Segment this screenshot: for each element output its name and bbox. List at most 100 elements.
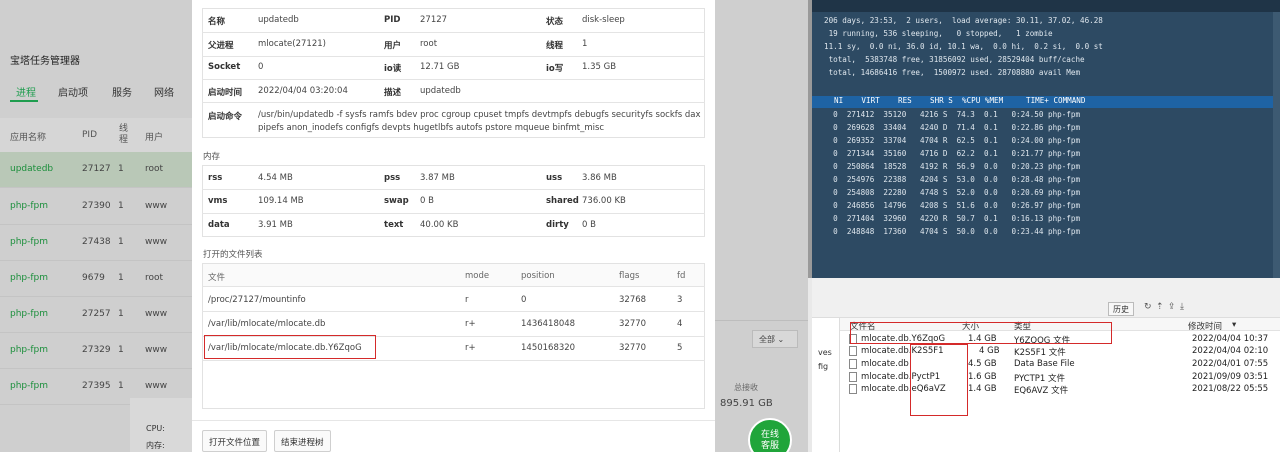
file-modified: 2022/04/04 02:10 bbox=[1192, 346, 1269, 356]
file-fd: 5 bbox=[677, 343, 683, 353]
terminal-line: 206 days, 23:53, 2 users, load average: … bbox=[824, 16, 1103, 25]
total-received-value: 895.91 GB bbox=[720, 398, 773, 409]
rss-label: rss bbox=[208, 173, 223, 183]
pss-value: 3.87 MB bbox=[420, 173, 455, 183]
file-type: PYCTP1 文件 bbox=[1014, 374, 1066, 384]
open-file-location-button[interactable]: 打开文件位置 bbox=[202, 430, 268, 452]
chevron-down-icon: ⌄ bbox=[777, 335, 785, 344]
file-name: mlocate.db bbox=[861, 359, 909, 369]
process-threads: 1 bbox=[118, 273, 124, 283]
process-line: 0 250864 18528 4192 R 56.9 0.0 0:20.23 p… bbox=[824, 162, 1081, 171]
tab-startup[interactable]: 启动项 bbox=[58, 84, 88, 99]
refresh-icon[interactable]: ↻ bbox=[1144, 302, 1152, 312]
upload-icon[interactable]: ⇪ bbox=[1168, 302, 1176, 312]
pss-label: pss bbox=[384, 173, 401, 183]
end-process-tree-button[interactable]: 结束进程树 bbox=[274, 430, 331, 452]
col-pid[interactable]: PID bbox=[82, 130, 97, 140]
shared-label: shared bbox=[546, 196, 579, 206]
socket-value: 0 bbox=[258, 62, 264, 72]
process-threads: 1 bbox=[118, 309, 124, 319]
tab-services[interactable]: 服务 bbox=[112, 84, 132, 99]
file-modified: 2022/04/01 07:55 bbox=[1192, 359, 1269, 369]
file-path: /proc/27127/mountinfo bbox=[208, 295, 306, 305]
name-value: updatedb bbox=[258, 15, 299, 25]
rss-value: 4.54 MB bbox=[258, 173, 293, 183]
file-type: K2S5F1 文件 bbox=[1014, 348, 1066, 358]
col-mode: mode bbox=[465, 271, 490, 281]
process-threads: 1 bbox=[118, 381, 124, 391]
file-mode: r+ bbox=[465, 343, 476, 353]
history-button[interactable]: 历史 bbox=[1108, 302, 1134, 316]
process-threads: 1 bbox=[118, 345, 124, 355]
tab-processes[interactable]: 进程 bbox=[16, 84, 36, 99]
task-manager-tabs: 进程 启动项 服务 网络 bbox=[0, 78, 192, 104]
file-size: 4.5 GB bbox=[968, 359, 997, 369]
active-tab-indicator bbox=[10, 100, 38, 102]
vms-label: vms bbox=[208, 196, 228, 206]
command-label: 启动命令 bbox=[208, 112, 243, 122]
total-received-label: 总接收 bbox=[734, 383, 758, 392]
col-file: 文件 bbox=[208, 273, 226, 283]
process-row[interactable]: php-fpm 27329 1 www bbox=[0, 333, 192, 369]
process-threads: 1 bbox=[118, 201, 124, 211]
terminal-line: 19 running, 536 sleeping, 0 stopped, 1 z… bbox=[824, 29, 1053, 38]
open-files-section-title: 打开的文件列表 bbox=[203, 250, 263, 260]
text-label: text bbox=[384, 220, 404, 230]
process-user: www bbox=[145, 237, 168, 247]
process-pid: 27329 bbox=[82, 345, 111, 355]
file-explorer: 历史 ↻ ⇡ ⇪ ⤓ ves fig 文件名 大小 类型 修改时间 ▾ mloc… bbox=[812, 278, 1280, 452]
process-name: php-fpm bbox=[10, 345, 49, 355]
process-row[interactable]: updatedb 27127 1 root bbox=[0, 152, 192, 188]
file-position: 1450168320 bbox=[521, 343, 576, 353]
process-pid: 27390 bbox=[82, 201, 111, 211]
file-size: 4 GB bbox=[979, 346, 1000, 356]
col-threads[interactable]: 线程 bbox=[119, 124, 129, 146]
process-row[interactable]: php-fpm 27390 1 www bbox=[0, 189, 192, 225]
process-line: 0 271344 35160 4716 D 62.2 0.1 0:21.77 p… bbox=[824, 149, 1081, 158]
terminal-scrollbar[interactable] bbox=[1273, 12, 1280, 278]
process-pid: 27127 bbox=[82, 164, 111, 174]
status-value: disk-sleep bbox=[582, 15, 625, 25]
file-icon bbox=[849, 372, 857, 382]
tab-network[interactable]: 网络 bbox=[154, 84, 174, 99]
process-pid: 27395 bbox=[82, 381, 111, 391]
memory-label: 内存: bbox=[146, 441, 165, 450]
terminal-tab-bar bbox=[812, 0, 1280, 12]
col-modified[interactable]: 修改时间 bbox=[1188, 320, 1222, 332]
explorer-tree: ves fig bbox=[812, 318, 840, 452]
file-modified: 2022/04/04 10:37 bbox=[1192, 334, 1269, 344]
description-value: updatedb bbox=[420, 86, 461, 96]
file-mode: r bbox=[465, 295, 469, 305]
file-size: 1.6 GB bbox=[968, 372, 997, 382]
filter-select[interactable]: 全部 ⌄ bbox=[752, 330, 798, 348]
file-type: Data Base File bbox=[1014, 359, 1075, 369]
file-flags: 32768 bbox=[619, 295, 647, 305]
process-user: root bbox=[145, 273, 164, 283]
up-arrow-icon[interactable]: ⇡ bbox=[1156, 302, 1164, 312]
filter-select-value: 全部 bbox=[759, 335, 775, 344]
process-table-header: 应用名称 PID 线程 用户 bbox=[0, 118, 192, 152]
highlight-annotation bbox=[850, 322, 1112, 344]
download-icon[interactable]: ⤓ bbox=[1180, 302, 1184, 312]
io-read-label: io读 bbox=[384, 64, 402, 74]
io-read-value: 12.71 GB bbox=[420, 62, 460, 72]
user-label: 用户 bbox=[384, 41, 402, 51]
vms-value: 109.14 MB bbox=[258, 196, 304, 206]
col-position: position bbox=[521, 271, 555, 281]
process-row[interactable]: php-fpm 9679 1 root bbox=[0, 261, 192, 297]
threads-label: 线程 bbox=[546, 41, 564, 51]
process-row[interactable]: php-fpm 27257 1 www bbox=[0, 297, 192, 333]
col-user[interactable]: 用户 bbox=[145, 130, 163, 143]
process-row[interactable]: php-fpm 27438 1 www bbox=[0, 225, 192, 261]
explorer-toolbar: 历史 ↻ ⇡ ⇪ ⤓ bbox=[812, 278, 1280, 318]
col-app-name[interactable]: 应用名称 bbox=[10, 130, 46, 143]
process-user: www bbox=[145, 381, 168, 391]
shared-value: 736.00 KB bbox=[582, 196, 626, 206]
tree-item[interactable]: fig bbox=[818, 362, 828, 371]
process-user: root bbox=[145, 164, 164, 174]
file-modified: 2021/09/09 03:51 bbox=[1192, 372, 1269, 382]
process-line: 0 248848 17360 4704 S 50.0 0.0 0:23.44 p… bbox=[824, 227, 1081, 236]
terminal-window[interactable]: 206 days, 23:53, 2 users, load average: … bbox=[808, 0, 1280, 278]
tree-item[interactable]: ves bbox=[818, 348, 832, 357]
file-icon bbox=[849, 384, 857, 394]
